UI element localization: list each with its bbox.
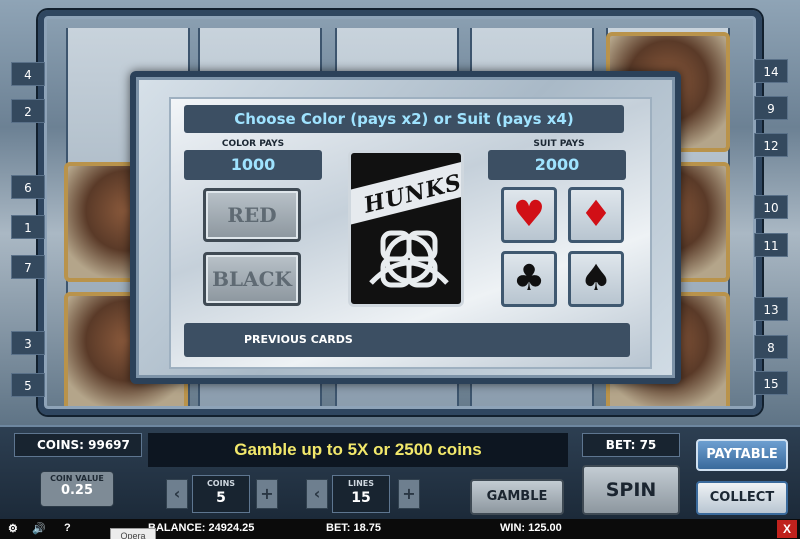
payline-number[interactable]: 15 — [754, 371, 788, 395]
bet-readout: BET: 18.75 — [326, 522, 382, 534]
coins-label: COINS — [206, 479, 236, 488]
payline-number[interactable]: 9 — [754, 96, 788, 120]
coins-balance: COINS: 99697 — [14, 433, 142, 457]
diamonds-button[interactable]: ♦ — [568, 187, 624, 243]
club-icon: ♣ — [512, 258, 546, 299]
payline-number[interactable]: 13 — [754, 297, 788, 321]
payline-number[interactable]: 12 — [754, 133, 788, 157]
settings-icon[interactable]: ⚙ — [8, 522, 18, 535]
lines-decrease-button[interactable]: ‹ — [306, 479, 328, 509]
browser-tooltip: Opera — [110, 528, 156, 539]
payline-number[interactable]: 8 — [754, 335, 788, 359]
payline-number[interactable]: 1 — [11, 215, 45, 239]
black-button[interactable]: BLACK — [203, 252, 301, 306]
bet-display: BET: 75 — [582, 433, 680, 457]
color-pays-label: COLOR PAYS — [221, 139, 285, 149]
coin-value-box[interactable]: COIN VALUE 0.25 — [40, 471, 114, 507]
suit-pays-value: 2000 — [488, 150, 626, 180]
card-knot-pattern — [369, 230, 449, 288]
lines-label: LINES — [348, 479, 374, 488]
spin-button[interactable]: SPIN — [582, 465, 680, 515]
gamble-message: Gamble up to 5X or 2500 coins — [148, 433, 568, 467]
close-button[interactable]: X — [777, 520, 797, 538]
payline-number[interactable]: 3 — [11, 331, 45, 355]
payline-number[interactable]: 6 — [11, 175, 45, 199]
control-panel: COINS: 99697 Gamble up to 5X or 2500 coi… — [0, 425, 800, 519]
balance-readout: BALANCE: 24924.25 — [148, 522, 255, 534]
status-bar: ⚙ 🔊 ? BALANCE: 24924.25 BET: 18.75 WIN: … — [0, 519, 800, 539]
coins-stepper: COINS 5 — [192, 475, 250, 513]
coins-decrease-button[interactable]: ‹ — [166, 479, 188, 509]
color-pays-value: 1000 — [184, 150, 322, 180]
gamble-card-back: HUNKS — [348, 150, 464, 307]
gamble-button[interactable]: GAMBLE — [470, 479, 564, 515]
spade-icon: ♠ — [579, 258, 613, 299]
help-icon[interactable]: ? — [64, 522, 71, 534]
clubs-button[interactable]: ♣ — [501, 251, 557, 307]
lines-stepper: LINES 15 — [332, 475, 390, 513]
payline-number[interactable]: 2 — [11, 99, 45, 123]
payline-number[interactable]: 5 — [11, 373, 45, 397]
spades-button[interactable]: ♠ — [568, 251, 624, 307]
payline-number[interactable]: 11 — [754, 233, 788, 257]
payline-number[interactable]: 4 — [11, 62, 45, 86]
coins-value: 5 — [216, 490, 226, 506]
diamond-icon: ♦ — [579, 194, 613, 235]
suit-pays-label: SUIT PAYS — [533, 139, 585, 149]
win-readout: WIN: 125.00 — [500, 522, 562, 534]
collect-button[interactable]: COLLECT — [696, 481, 788, 515]
previous-cards-bar: PREVIOUS CARDS — [184, 323, 630, 357]
paytable-button[interactable]: PAYTABLE — [696, 439, 788, 471]
payline-number[interactable]: 7 — [11, 255, 45, 279]
gamble-title: Choose Color (pays x2) or Suit (pays x4) — [184, 105, 624, 133]
payline-number[interactable]: 10 — [754, 195, 788, 219]
lines-increase-button[interactable]: + — [398, 479, 420, 509]
red-button[interactable]: RED — [203, 188, 301, 242]
lines-value: 15 — [351, 490, 371, 506]
gamble-dialog: Choose Color (pays x2) or Suit (pays x4)… — [130, 71, 681, 384]
payline-number[interactable]: 14 — [754, 59, 788, 83]
coin-value-label: COIN VALUE — [50, 474, 104, 483]
heart-icon: ♥ — [512, 194, 546, 235]
coin-value: 0.25 — [60, 483, 94, 498]
hearts-button[interactable]: ♥ — [501, 187, 557, 243]
sound-icon[interactable]: 🔊 — [32, 522, 46, 535]
coins-increase-button[interactable]: + — [256, 479, 278, 509]
